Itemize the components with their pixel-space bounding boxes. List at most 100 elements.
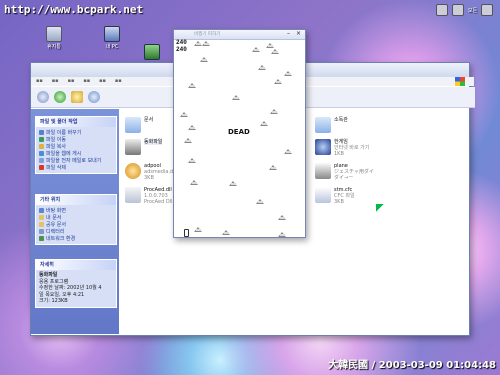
folder-icon	[315, 117, 331, 133]
desktop-icon-computer[interactable]: 내 PC	[92, 26, 132, 50]
menu-item[interactable]: ▪▪	[115, 77, 122, 86]
mouse-cursor-icon	[376, 204, 384, 212]
game-field[interactable]: 240 240 DEAD	[174, 39, 305, 237]
task-link[interactable]: 파일 삭제	[39, 164, 113, 171]
task-panel-file-tasks: 파일 및 폴더 작업 파일 이름 바꾸기 파일 이동 파일 복사 파일을 웹에 …	[35, 116, 117, 174]
enemy-plane-icon	[270, 109, 279, 115]
windows-logo-icon	[455, 77, 465, 86]
enemy-plane-icon	[222, 230, 231, 236]
player-icon	[184, 229, 189, 237]
task-link[interactable]: 파일을 웹에 게시	[39, 150, 113, 157]
email-icon	[39, 158, 44, 163]
place-link[interactable]: 디렉터리	[39, 228, 113, 235]
folder-icon	[39, 215, 44, 220]
place-link[interactable]: 공유 문서	[39, 221, 113, 228]
menu-item[interactable]: ▪▪	[99, 77, 106, 86]
enemy-plane-icon	[269, 165, 278, 171]
file-item[interactable]: stm.cfc CFC 파일 3KB	[315, 187, 355, 205]
tray-icon[interactable]	[481, 4, 494, 16]
task-panel-title[interactable]: 자세히	[36, 260, 116, 270]
enemy-plane-icon	[256, 199, 265, 205]
enemy-plane-icon	[188, 125, 197, 131]
search-icon[interactable]	[88, 91, 100, 103]
desktop-icon-trash[interactable]: 휴지통	[34, 26, 74, 50]
watermark-text: http://www.bcpark.net	[4, 3, 144, 16]
folder-icon	[125, 117, 141, 133]
desktop-icon-network[interactable]	[132, 44, 172, 61]
web-publish-icon	[39, 151, 44, 156]
menu-item[interactable]: ▪▪	[52, 77, 59, 86]
up-folder-icon[interactable]	[71, 91, 83, 103]
shared-folder-icon	[39, 222, 44, 227]
directory-icon	[39, 229, 44, 234]
app-icon	[125, 139, 141, 155]
detail-size: 크기: 123KB	[39, 298, 68, 304]
menu-item[interactable]: ▪▪	[36, 77, 43, 86]
network-icon	[39, 236, 44, 241]
enemy-plane-icon	[260, 121, 269, 127]
enemy-plane-icon	[284, 149, 293, 155]
file-item[interactable]: adpool adsmedia.dll 3KB	[125, 163, 176, 181]
enemy-plane-icon	[274, 79, 283, 85]
enemy-plane-icon	[284, 71, 293, 77]
detail-modified: 수정한 날짜: 2002년 10월 4	[39, 285, 102, 291]
game-window: 비행기 피하기 – × 240 240 DEAD	[173, 29, 306, 238]
enemy-plane-icon	[190, 180, 199, 186]
enemy-plane-icon	[278, 215, 287, 221]
close-button[interactable]: ×	[296, 30, 301, 38]
enemy-plane-icon	[252, 47, 261, 53]
computer-icon	[104, 26, 120, 42]
enemy-plane-icon	[278, 232, 287, 238]
dll-icon	[125, 187, 141, 203]
task-panel-title[interactable]: 파일 및 폴더 작업	[36, 117, 116, 127]
plane-icon	[315, 163, 331, 179]
place-link[interactable]: 네트워크 환경	[39, 235, 113, 242]
task-link[interactable]: 파일 이동	[39, 136, 113, 143]
task-panel-other-places: 기타 위치 바탕 화면 내 문서 공유 문서 디렉터리 네트워크 환경	[35, 194, 117, 245]
task-link[interactable]: 파일 이름 바꾸기	[39, 129, 113, 136]
desktop-icon	[39, 208, 44, 213]
menu-item[interactable]: ▪▪	[68, 77, 75, 86]
cfc-icon	[315, 187, 331, 203]
place-link[interactable]: 내 문서	[39, 214, 113, 221]
enemy-plane-icon	[258, 65, 267, 71]
task-link[interactable]: 파일을 전자 메일로 보내기	[39, 157, 113, 164]
enemy-plane-icon	[229, 181, 238, 187]
enemy-plane-icon	[232, 95, 241, 101]
copy-icon	[39, 144, 44, 149]
menu-item[interactable]: ▪▪	[83, 77, 90, 86]
file-icon	[125, 163, 141, 179]
top-tray: 모든	[436, 4, 494, 16]
minimize-button[interactable]: –	[287, 30, 290, 38]
tray-icon[interactable]	[436, 4, 448, 16]
task-link[interactable]: 파일 복사	[39, 143, 113, 150]
delete-icon	[39, 165, 44, 170]
place-link[interactable]: 바탕 화면	[39, 207, 113, 214]
move-icon	[39, 137, 44, 142]
enemy-plane-icon	[200, 57, 209, 63]
game-title: 비행기 피하기	[194, 32, 221, 37]
desktop-icon-label: 내 PC	[105, 44, 119, 50]
enemy-plane-icon	[194, 227, 203, 233]
enemy-plane-icon	[180, 112, 189, 118]
task-panel-title[interactable]: 기타 위치	[36, 195, 116, 205]
file-item[interactable]: 한게임 인터넷 바로 가기 1KB	[315, 139, 369, 157]
file-item[interactable]: 소독관	[315, 117, 348, 133]
enemy-plane-icon	[271, 49, 280, 55]
enemy-plane-icon	[202, 41, 211, 47]
enemy-plane-icon	[188, 158, 197, 164]
enemy-plane-icon	[184, 138, 193, 144]
score-second: 240	[176, 46, 187, 53]
shortcut-icon	[315, 139, 331, 155]
file-item[interactable]: 문서	[125, 117, 153, 133]
file-item[interactable]: 동화파일	[125, 139, 163, 155]
rename-icon	[39, 130, 44, 135]
file-item[interactable]: ProcAed.dll 1.0.0.703 ProcAed Dll	[125, 187, 172, 205]
tray-icon[interactable]	[452, 4, 464, 16]
file-item[interactable]: plane ジェスチャ用ダイ ダイ→ー	[315, 163, 374, 181]
forward-icon[interactable]	[54, 91, 66, 103]
desktop-icon-label: 휴지통	[47, 44, 61, 50]
game-status: DEAD	[228, 128, 250, 136]
back-icon[interactable]	[37, 91, 49, 103]
trash-icon	[46, 26, 62, 42]
